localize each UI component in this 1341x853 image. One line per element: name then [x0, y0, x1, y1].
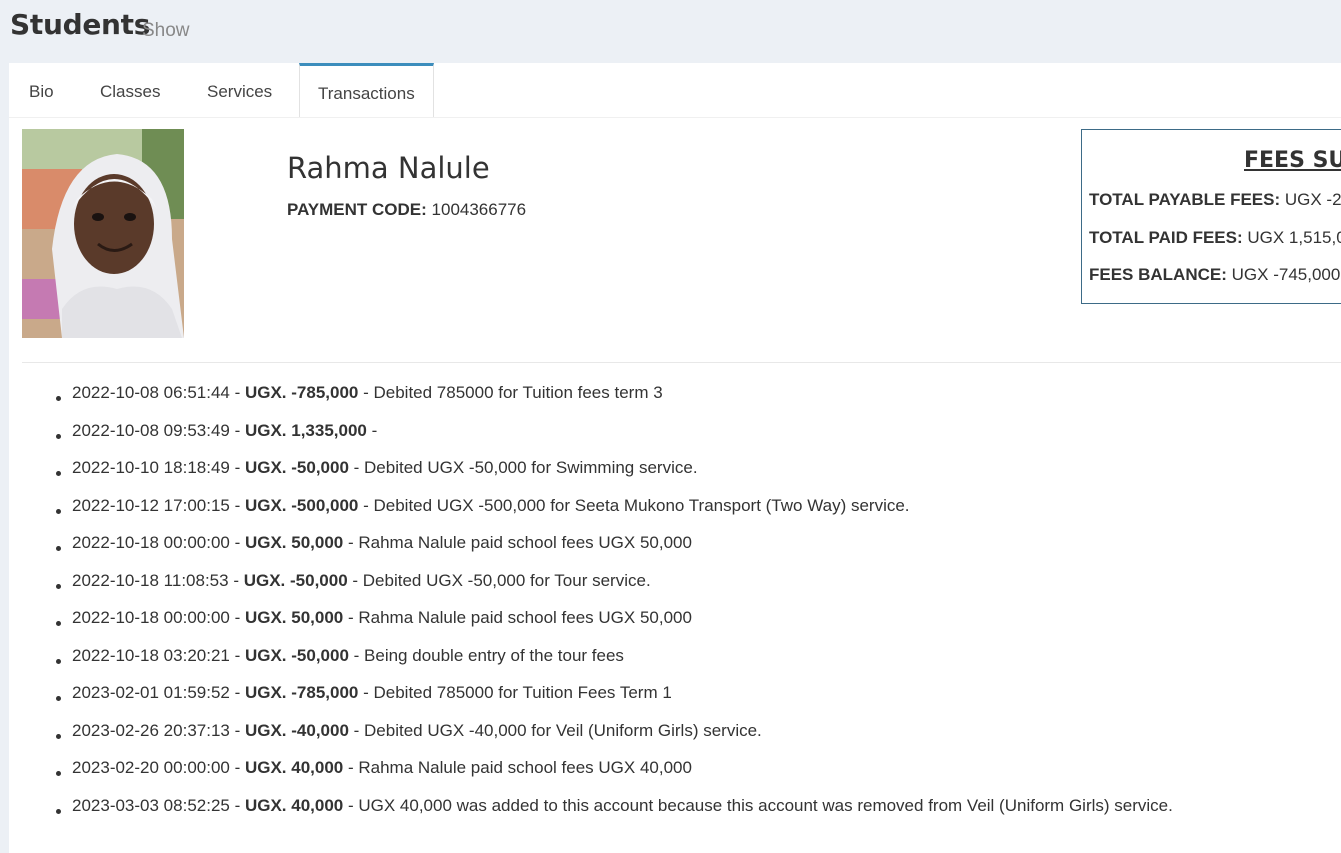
transaction-amount: UGX. -785,000 [244, 383, 359, 402]
payment-code-label: PAYMENT CODE: [287, 200, 427, 219]
transaction-amount: UGX. 50,000 [244, 608, 344, 627]
total-payable-row: TOTAL PAYABLE FEES: UGX -2,260,000 [1089, 190, 1341, 210]
page-subtitle: Show [142, 20, 190, 41]
total-payable-value: UGX -2,260,000 [1284, 190, 1341, 209]
transaction-description: Being double entry of the tour fees [364, 645, 624, 665]
transaction-item: 2022-10-18 00:00:00 - UGX. 50,000 - Rahm… [9, 608, 1173, 646]
total-paid-label: TOTAL PAID FEES: [1089, 228, 1243, 247]
tab-bar: Bio Classes Services Transactions [9, 63, 1341, 118]
student-detail-box: Bio Classes Services Transactions Rahma … [9, 63, 1341, 853]
payment-code: PAYMENT CODE: 1004366776 [287, 200, 526, 220]
payment-code-value: 1004366776 [431, 200, 527, 219]
transaction-description: Rahma Nalule paid school fees UGX 50,000 [358, 533, 692, 552]
total-paid-row: TOTAL PAID FEES: UGX 1,515,000 [1089, 228, 1341, 248]
transaction-item: 2023-02-20 00:00:00 - UGX. 40,000 - Rahm… [9, 758, 1173, 796]
transaction-amount: UGX. 50,000 [244, 533, 344, 552]
total-paid-value: UGX 1,515,000 [1247, 228, 1341, 247]
transaction-description: Debited 785000 for Tuition fees term 3 [373, 383, 663, 402]
tab-services[interactable]: Services [207, 63, 272, 117]
transaction-date: 2022-10-10 18:18:49 [72, 458, 230, 477]
transaction-date: 2022-10-18 11:08:53 [72, 570, 229, 590]
transaction-date: 2023-03-03 08:52:25 [72, 795, 230, 815]
transaction-date: 2022-10-18 00:00:00 [72, 533, 230, 552]
transaction-description: UGX 40,000 was added to this account bec… [358, 795, 1173, 815]
transaction-description: Debited 785000 for Tuition Fees Term 1 [373, 683, 672, 702]
transaction-item: 2023-02-01 01:59:52 - UGX. -785,000 - De… [9, 683, 1173, 721]
transaction-amount: UGX. 1,335,000 [244, 420, 367, 440]
fees-summary-title: FEES SUMMARY [1244, 148, 1341, 173]
tab-bio[interactable]: Bio [29, 63, 54, 117]
transaction-description: Debited UGX -500,000 for Seeta Mukono Tr… [373, 495, 910, 515]
transaction-item: 2023-02-26 20:37:13 - UGX. -40,000 - Deb… [9, 721, 1173, 759]
student-name: Rahma Nalule [287, 151, 490, 185]
fees-balance-row: FEES BALANCE: UGX -745,000 [1089, 265, 1340, 285]
transaction-amount: UGX. -50,000 [243, 570, 348, 590]
transaction-item: 2022-10-08 06:51:44 - UGX. -785,000 - De… [9, 383, 1173, 421]
transaction-amount: UGX. -500,000 [244, 495, 359, 515]
divider [22, 362, 1341, 363]
transaction-amount: UGX. -40,000 [244, 720, 349, 740]
transaction-item: 2023-03-03 08:52:25 - UGX. 40,000 - UGX … [9, 796, 1173, 834]
tab-classes[interactable]: Classes [100, 63, 160, 117]
transaction-amount: UGX. -785,000 [244, 683, 359, 702]
fees-summary-box: FEES SUMMARY TOTAL PAYABLE FEES: UGX -2,… [1081, 129, 1341, 304]
transaction-item: 2022-10-18 11:08:53 - UGX. -50,000 - Deb… [9, 571, 1173, 609]
transaction-date: 2023-02-20 00:00:00 [72, 758, 230, 777]
page-header: Students Show [0, 0, 1341, 63]
transactions-list: 2022-10-08 06:51:44 - UGX. -785,000 - De… [9, 383, 1173, 833]
transaction-date: 2022-10-18 03:20:21 [72, 645, 230, 665]
transaction-item: 2022-10-18 00:00:00 - UGX. 50,000 - Rahm… [9, 533, 1173, 571]
transaction-date: 2022-10-18 00:00:00 [72, 608, 230, 627]
tab-transactions[interactable]: Transactions [299, 63, 434, 117]
transaction-description: Rahma Nalule paid school fees UGX 40,000 [358, 758, 692, 777]
student-photo [22, 129, 184, 338]
transaction-date: 2023-02-01 01:59:52 [72, 683, 230, 702]
transaction-date: 2022-10-08 06:51:44 [72, 383, 230, 402]
transaction-description: Debited UGX -40,000 for Veil (Uniform Gi… [364, 720, 762, 740]
transaction-amount: UGX. 40,000 [244, 795, 344, 815]
transaction-description: Debited UGX -50,000 for Swimming service… [364, 458, 698, 477]
transaction-amount: UGX. 40,000 [244, 758, 344, 777]
transaction-item: 2022-10-10 18:18:49 - UGX. -50,000 - Deb… [9, 458, 1173, 496]
transaction-description: Debited UGX -50,000 for Tour service. [362, 570, 651, 590]
page-title: Students [10, 8, 151, 41]
transaction-date: 2023-02-26 20:37:13 [72, 720, 230, 740]
fees-balance-label: FEES BALANCE: [1089, 265, 1227, 284]
transaction-amount: UGX. -50,000 [244, 458, 349, 477]
transaction-item: 2022-10-08 09:53:49 - UGX. 1,335,000 - [9, 421, 1173, 459]
transaction-date: 2022-10-12 17:00:15 [72, 495, 230, 515]
student-photo-image [22, 129, 184, 338]
fees-balance-value: UGX -745,000 [1231, 265, 1341, 284]
transaction-amount: UGX. -50,000 [244, 645, 349, 665]
transaction-description: Rahma Nalule paid school fees UGX 50,000 [358, 608, 692, 627]
transaction-item: 2022-10-18 03:20:21 - UGX. -50,000 - Bei… [9, 646, 1173, 684]
total-payable-label: TOTAL PAYABLE FEES: [1089, 190, 1281, 209]
transaction-item: 2022-10-12 17:00:15 - UGX. -500,000 - De… [9, 496, 1173, 534]
transaction-date: 2022-10-08 09:53:49 [72, 420, 230, 440]
